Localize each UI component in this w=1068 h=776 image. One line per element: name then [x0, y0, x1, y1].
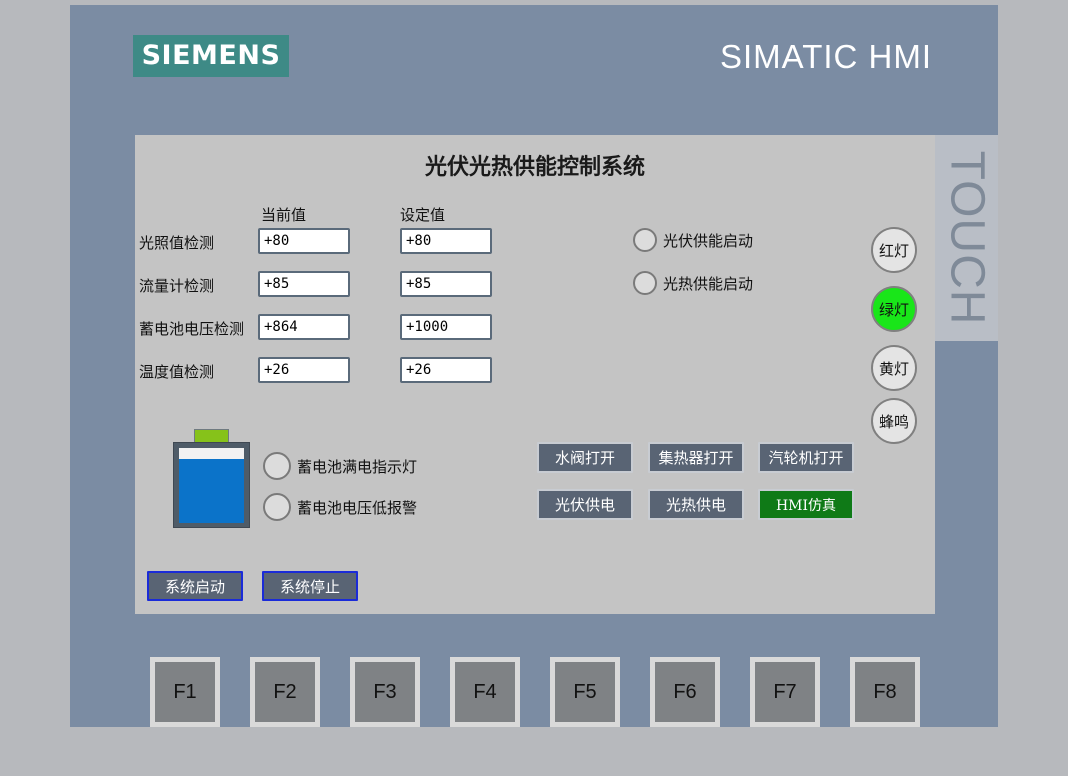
pv-start-label: 光伏供能启动: [663, 231, 754, 250]
f5-key[interactable]: F5: [550, 657, 620, 727]
f5-key-label: F5: [555, 662, 615, 722]
touch-label-text: TOUCH: [940, 150, 993, 326]
pt-start-label: 光热供能启动: [663, 274, 754, 293]
pt-supply-button[interactable]: 光热供电: [648, 489, 744, 520]
system-start-button[interactable]: 系统启动: [147, 571, 243, 601]
siemens-logo: SIEMENS: [133, 35, 289, 77]
hmi-simulation-button[interactable]: HMI仿真: [758, 489, 854, 520]
f8-key-label: F8: [855, 662, 915, 722]
brand-label: SIMATIC HMI: [720, 38, 933, 75]
valve-open-button[interactable]: 水阀打开: [537, 442, 633, 473]
row-label-flow: 流量计检测: [139, 277, 215, 295]
turbine-open-button[interactable]: 汽轮机打开: [758, 442, 854, 473]
battery-full-indicator: 蓄电池满电指示灯: [263, 452, 417, 480]
green-lamp: 绿灯: [871, 286, 917, 332]
page-title: 光伏光热供能控制系统: [424, 155, 645, 180]
battery-full-label: 蓄电池满电指示灯: [297, 457, 418, 476]
f7-key[interactable]: F7: [750, 657, 820, 727]
light-setpoint-field[interactable]: +80: [400, 228, 492, 254]
pv-supply-button[interactable]: 光伏供电: [537, 489, 633, 520]
column-header-setpoint: 设定值: [400, 206, 446, 224]
pv-start-indicator: 光伏供能启动: [633, 228, 753, 252]
collector-open-button[interactable]: 集热器打开: [648, 442, 744, 473]
f3-key[interactable]: F3: [350, 657, 420, 727]
f1-key-label: F1: [155, 662, 215, 722]
flow-current-field: +85: [258, 271, 350, 297]
pt-start-indicator: 光热供能启动: [633, 271, 753, 295]
battery-full-lamp-icon: [263, 452, 291, 480]
hmi-screen: 光伏光热供能控制系统 当前值 设定值 光照值检测 +80 +80 流量计检测 +…: [135, 135, 935, 614]
touch-label: TOUCH: [935, 135, 998, 341]
light-current-field: +80: [258, 228, 350, 254]
battery-low-label: 蓄电池电压低报警: [297, 498, 418, 517]
f6-key-label: F6: [655, 662, 715, 722]
battery-level-track: [179, 448, 244, 523]
pv-start-lamp-icon: [633, 228, 657, 252]
f3-key-label: F3: [355, 662, 415, 722]
battery-low-indicator: 蓄电池电压低报警: [263, 493, 417, 521]
flow-setpoint-field[interactable]: +85: [400, 271, 492, 297]
battery-level-fill: [179, 458, 244, 523]
f7-key-label: F7: [755, 662, 815, 722]
row-label-temperature: 温度值检测: [139, 363, 215, 381]
battery-low-lamp-icon: [263, 493, 291, 521]
f4-key-label: F4: [455, 662, 515, 722]
battery-voltage-current-field: +864: [258, 314, 350, 340]
battery-voltage-setpoint-field[interactable]: +1000: [400, 314, 492, 340]
f2-key-label: F2: [255, 662, 315, 722]
pt-start-lamp-icon: [633, 271, 657, 295]
f6-key[interactable]: F6: [650, 657, 720, 727]
f2-key[interactable]: F2: [250, 657, 320, 727]
temperature-current-field: +26: [258, 357, 350, 383]
battery-cap: [194, 429, 229, 443]
red-lamp: 红灯: [871, 227, 917, 273]
buzzer-lamp: 蜂鸣: [871, 398, 917, 444]
temperature-setpoint-field[interactable]: +26: [400, 357, 492, 383]
battery-body: [173, 442, 250, 528]
column-header-current: 当前值: [261, 206, 307, 224]
system-stop-button[interactable]: 系统停止: [262, 571, 358, 601]
row-label-battery-voltage: 蓄电池电压检测: [139, 320, 245, 338]
row-label-light: 光照值检测: [139, 234, 215, 252]
f1-key[interactable]: F1: [150, 657, 220, 727]
yellow-lamp: 黄灯: [871, 345, 917, 391]
f4-key[interactable]: F4: [450, 657, 520, 727]
f8-key[interactable]: F8: [850, 657, 920, 727]
